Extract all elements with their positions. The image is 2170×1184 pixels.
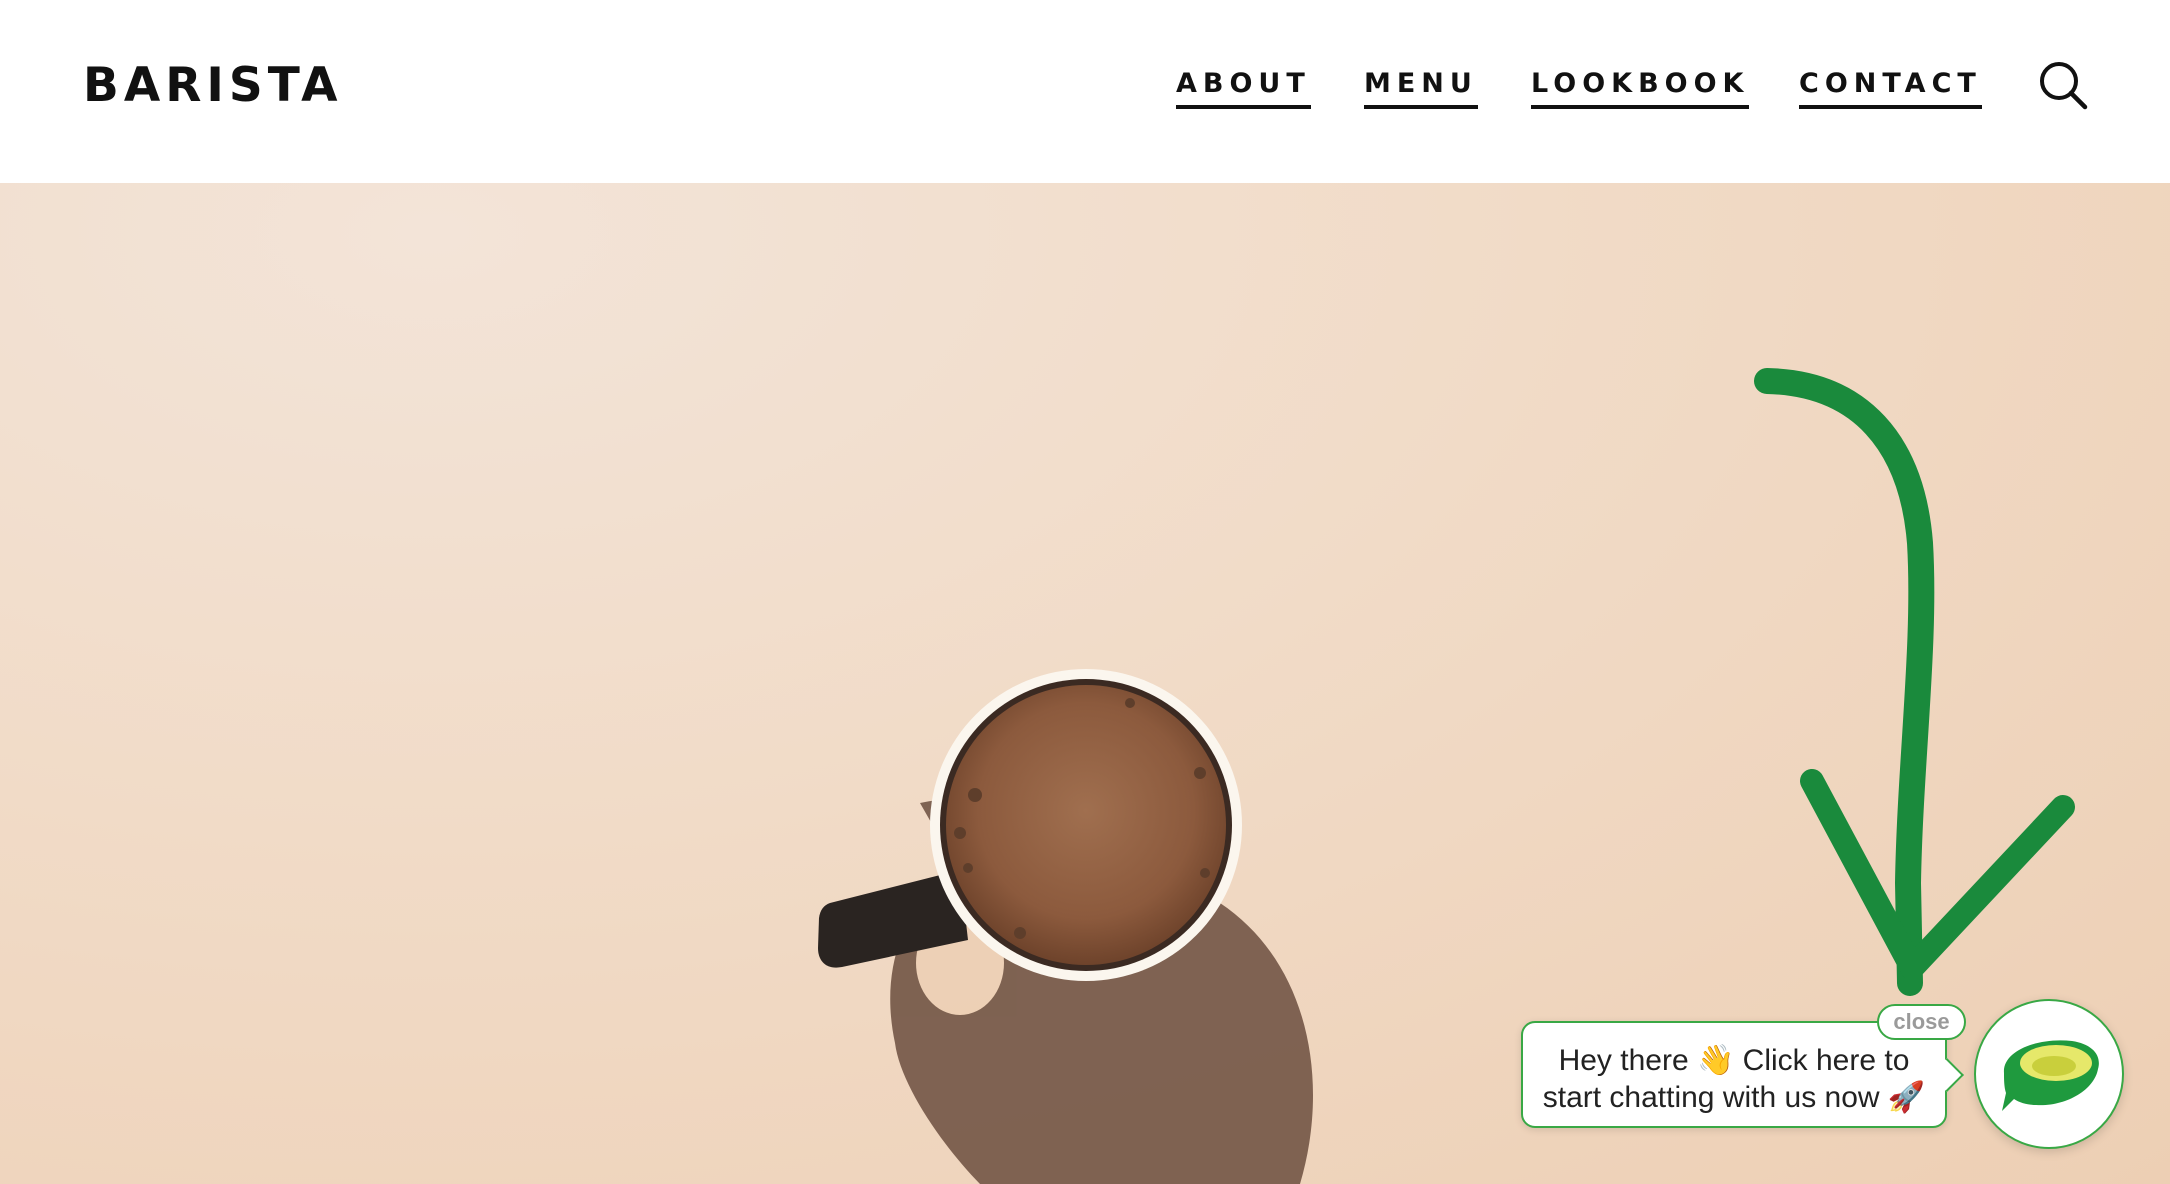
nav-contact[interactable]: CONTACT [1799,68,1982,109]
chat-prompt-line2: start chatting with us now 🚀 [1542,1081,1926,1114]
nav-menu[interactable]: MENU [1364,68,1478,109]
chat-prompt-bubble[interactable]: Hey there 👋 Click here to start chatting… [1521,1021,1964,1128]
nav-about[interactable]: ABOUT [1176,68,1311,109]
chat-launcher-button[interactable] [1974,999,2124,1149]
site-header: BARISTA ABOUT MENU LOOKBOOK CONTACT [0,0,2170,183]
chat-bubble-icon [2002,1040,2099,1111]
search-icon [2040,62,2088,110]
chat-prompt-line1: Hey there 👋 Click here to [1558,1044,1910,1077]
chat-close-button[interactable]: close [1877,1004,1966,1040]
search-button[interactable] [2038,60,2090,112]
nav-lookbook[interactable]: LOOKBOOK [1531,68,1750,109]
site-logo[interactable]: BARISTA [83,58,343,113]
green-arrow-icon [1754,368,2075,996]
coffee-cup-icon [818,669,1242,981]
